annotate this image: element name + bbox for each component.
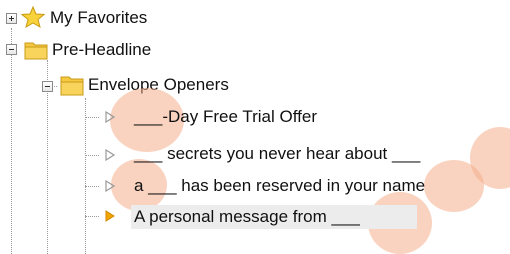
tree-node-label[interactable]: Pre-Headline — [52, 40, 151, 60]
tree-connector-line — [11, 28, 12, 254]
collapse-toggle[interactable] — [6, 44, 17, 55]
triangle-filled-icon — [105, 210, 115, 222]
tree-view[interactable]: My Favorites Pre-Headline Envelope Opene… — [0, 0, 510, 254]
folder-icon — [60, 76, 84, 96]
tree-node-label[interactable]: ___ secrets you never hear about ___ — [134, 144, 420, 164]
annotation-highlight — [424, 160, 484, 212]
tree-node-label[interactable]: a ___ has been reserved in your name — [134, 176, 425, 196]
tree-connector-line — [85, 117, 99, 118]
triangle-outline-icon — [105, 180, 115, 192]
triangle-outline-icon — [105, 111, 115, 123]
tree-node-label[interactable]: My Favorites — [50, 8, 147, 28]
tree-connector-line — [85, 98, 86, 254]
star-icon — [21, 6, 45, 28]
tree-connector-line — [85, 186, 99, 187]
tree-node-label[interactable]: A personal message from ___ — [134, 207, 360, 227]
tree-node-label[interactable]: ___-Day Free Trial Offer — [134, 107, 317, 127]
triangle-outline-icon — [105, 149, 115, 161]
folder-icon — [24, 42, 48, 60]
collapse-toggle[interactable] — [42, 81, 53, 92]
expand-toggle[interactable] — [6, 13, 17, 24]
tree-connector-line — [85, 155, 99, 156]
tree-connector-line — [85, 216, 99, 217]
